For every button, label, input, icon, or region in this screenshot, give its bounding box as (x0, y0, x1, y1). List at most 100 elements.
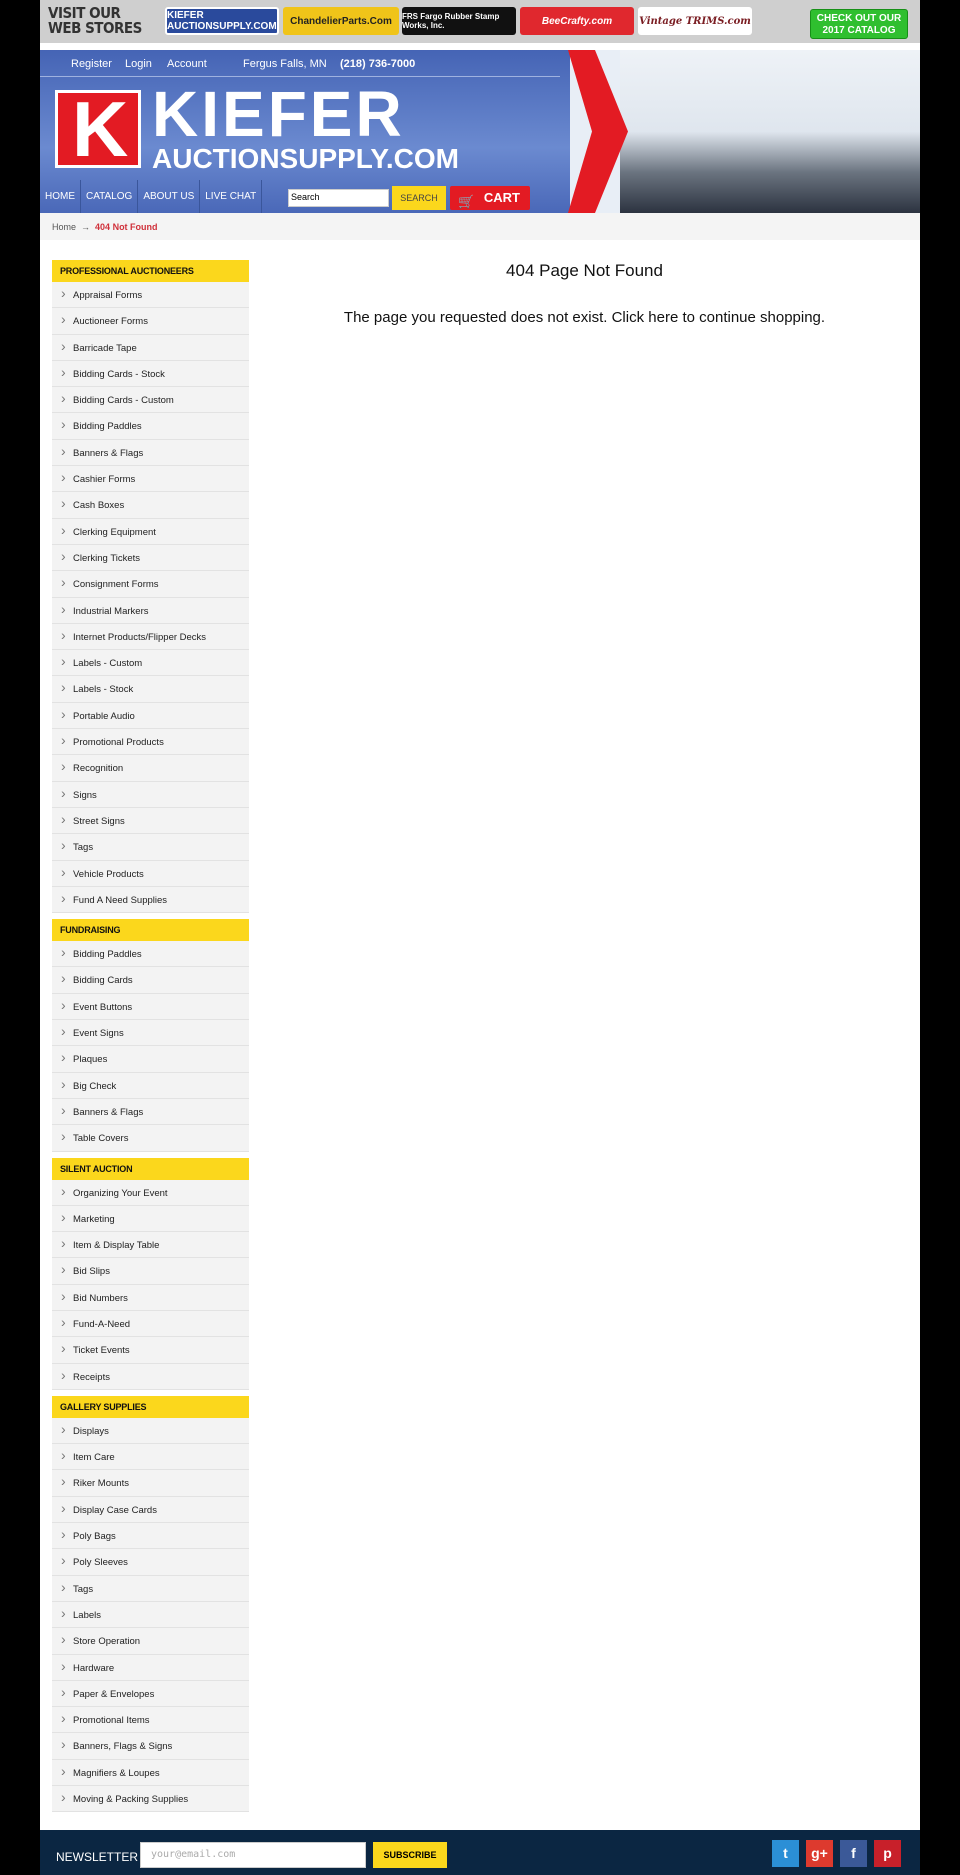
breadcrumb: Home → 404 Not Found (40, 213, 920, 240)
search-input[interactable]: Search (288, 189, 389, 207)
sidebar-item[interactable]: Magnifiers & Loupes (52, 1759, 249, 1787)
sidebar-item[interactable]: Auctioneer Forms (52, 308, 249, 335)
nav-live-chat[interactable]: LIVE CHAT (200, 180, 263, 213)
sidebar-item[interactable]: Receipts (52, 1363, 249, 1390)
sidebar-item[interactable]: Fund-A-Need (52, 1310, 249, 1338)
sidebar-item[interactable]: Big Check (52, 1072, 249, 1099)
sidebar-item[interactable]: Labels (52, 1601, 249, 1629)
sidebar-heading: SILENT AUCTION (52, 1157, 249, 1180)
sidebar-item[interactable]: Bid Slips (52, 1258, 249, 1285)
store-vintage-trims[interactable]: Vintage TRIMS.com (638, 7, 752, 35)
sidebar-item[interactable]: Displays (52, 1417, 249, 1445)
site-header: Register Login Account Fergus Falls, MN … (40, 50, 920, 213)
nav-catalog[interactable]: CATALOG (81, 180, 139, 213)
sidebar-item[interactable]: Hardware (52, 1654, 249, 1681)
newsletter-label: NEWSLETTER (56, 1850, 139, 1864)
sidebar-item[interactable]: Clerking Tickets (52, 544, 249, 572)
sidebar-item[interactable]: Poly Bags (52, 1523, 249, 1550)
sidebar-item[interactable]: Bidding Cards (52, 967, 249, 994)
sidebar-item[interactable]: Promotional Items (52, 1707, 249, 1734)
sidebar-item[interactable]: Labels - Stock (52, 676, 249, 703)
facebook-icon[interactable]: f (840, 1840, 867, 1867)
sidebar-item[interactable]: Moving & Packing Supplies (52, 1786, 249, 1813)
sidebar-item[interactable]: Display Case Cards (52, 1496, 249, 1524)
sidebar-item[interactable]: Bidding Cards - Custom (52, 387, 249, 414)
sidebar-item[interactable]: Vehicle Products (52, 860, 249, 887)
newsletter-email-input[interactable]: your@email.com (140, 1842, 366, 1868)
sidebar-item[interactable]: Consignment Forms (52, 571, 249, 598)
sidebar-heading: GALLERY SUPPLIES (52, 1395, 249, 1418)
sidebar-item[interactable]: Marketing (52, 1205, 249, 1233)
auction-crowd-photo (620, 50, 920, 213)
location-text: Fergus Falls, MN (243, 58, 327, 70)
main-nav: HOME CATALOG ABOUT US LIVE CHAT (40, 180, 263, 213)
sidebar-item[interactable]: Item & Display Table (52, 1232, 249, 1259)
sidebar-item[interactable]: Bidding Cards - Stock (52, 360, 249, 388)
sidebar-item[interactable]: Clerking Equipment (52, 518, 249, 545)
catalog-2017-button[interactable]: CHECK OUT OUR 2017 CATALOG (810, 9, 908, 39)
sidebar-item[interactable]: Paper & Envelopes (52, 1680, 249, 1708)
sidebar-item[interactable]: Bidding Paddles (52, 941, 249, 968)
sidebar-item[interactable]: Tags (52, 1575, 249, 1602)
sidebar-item[interactable]: Fund A Need Supplies (52, 886, 249, 914)
sidebar-item[interactable]: Tags (52, 834, 249, 861)
sidebar-section: SILENT AUCTIONOrganizing Your EventMarke… (52, 1157, 249, 1390)
sidebar-item[interactable]: Store Operation (52, 1628, 249, 1655)
store-fargo-rubber-stamp[interactable]: FRS Fargo Rubber Stamp Works, Inc. (402, 7, 516, 35)
register-link[interactable]: Register (71, 58, 112, 70)
nav-about-us[interactable]: ABOUT US (138, 180, 201, 213)
sidebar-item[interactable]: Barricade Tape (52, 334, 249, 361)
cart-label: CART (483, 190, 520, 205)
sidebar-item[interactable]: Plaques (52, 1046, 249, 1073)
sidebar-item[interactable]: Labels - Custom (52, 650, 249, 677)
sidebar-section: FUNDRAISINGBidding PaddlesBidding CardsE… (52, 919, 249, 1152)
breadcrumb-home[interactable]: Home (52, 222, 76, 232)
sidebar-item[interactable]: Item Care (52, 1444, 249, 1471)
store-beecrafty[interactable]: BeeCrafty.com (520, 7, 634, 35)
account-link[interactable]: Account (167, 58, 207, 70)
pinterest-icon[interactable]: p (874, 1840, 901, 1867)
sidebar-item[interactable]: Recognition (52, 755, 249, 782)
phone-number: (218) 736-7000 (340, 58, 416, 70)
sidebar-item[interactable]: Bid Numbers (52, 1284, 249, 1311)
google-plus-icon[interactable]: g+ (806, 1840, 833, 1867)
sidebar-item[interactable]: Banners & Flags (52, 1098, 249, 1126)
sidebar-item[interactable]: Appraisal Forms (52, 282, 249, 309)
sidebar-item[interactable]: Portable Audio (52, 702, 249, 730)
sidebar-item[interactable]: Table Covers (52, 1125, 249, 1152)
sidebar-item[interactable]: Promotional Products (52, 729, 249, 756)
sidebar-item[interactable]: Cashier Forms (52, 466, 249, 493)
sidebar-item[interactable]: Banners & Flags (52, 439, 249, 467)
sidebar-item[interactable]: Signs (52, 781, 249, 808)
logo-auctionsupply-text[interactable]: AUCTIONSUPPLY.COM (152, 144, 459, 174)
sidebar-item[interactable]: Banners, Flags & Signs (52, 1733, 249, 1760)
sidebar-item[interactable]: Riker Mounts (52, 1470, 249, 1497)
sidebar-item[interactable]: Cash Boxes (52, 492, 249, 519)
web-stores-bar: VISIT OUR WEB STORES KIEFER AUCTIONSUPPL… (40, 0, 920, 43)
sidebar-item[interactable]: Internet Products/Flipper Decks (52, 623, 249, 651)
category-sidebar: PROFESSIONAL AUCTIONEERSAppraisal FormsA… (52, 260, 249, 1818)
twitter-icon[interactable]: t (772, 1840, 799, 1867)
nav-home[interactable]: HOME (40, 180, 81, 213)
kiefer-logo-mark[interactable] (55, 89, 141, 169)
cart-button[interactable]: 🛒 CART (450, 186, 530, 210)
page-title: 404 Page Not Found (506, 261, 663, 280)
login-link[interactable]: Login (125, 58, 152, 70)
store-kiefer[interactable]: KIEFER AUCTIONSUPPLY.COM (165, 7, 279, 35)
sidebar-item[interactable]: Event Buttons (52, 993, 249, 1021)
sidebar-item[interactable]: Organizing Your Event (52, 1179, 249, 1206)
sidebar-heading: FUNDRAISING (52, 919, 249, 942)
sidebar-item[interactable]: Bidding Paddles (52, 413, 249, 440)
not-found-message[interactable]: The page you requested does not exist. C… (249, 309, 920, 326)
sidebar-section: PROFESSIONAL AUCTIONEERSAppraisal FormsA… (52, 260, 249, 914)
sidebar-item[interactable]: Street Signs (52, 807, 249, 835)
search-button[interactable]: SEARCH (392, 186, 446, 210)
logo-kiefer-text[interactable]: KIEFER (152, 82, 405, 146)
sidebar-item[interactable]: Ticket Events (52, 1337, 249, 1364)
sidebar-item[interactable]: Industrial Markers (52, 597, 249, 624)
store-chandelierparts[interactable]: ChandelierParts.Com (283, 7, 399, 35)
subscribe-button[interactable]: SUBSCRIBE (373, 1842, 447, 1868)
sidebar-item[interactable]: Event Signs (52, 1020, 249, 1047)
red-chevron-decoration (568, 50, 628, 213)
sidebar-item[interactable]: Poly Sleeves (52, 1549, 249, 1576)
